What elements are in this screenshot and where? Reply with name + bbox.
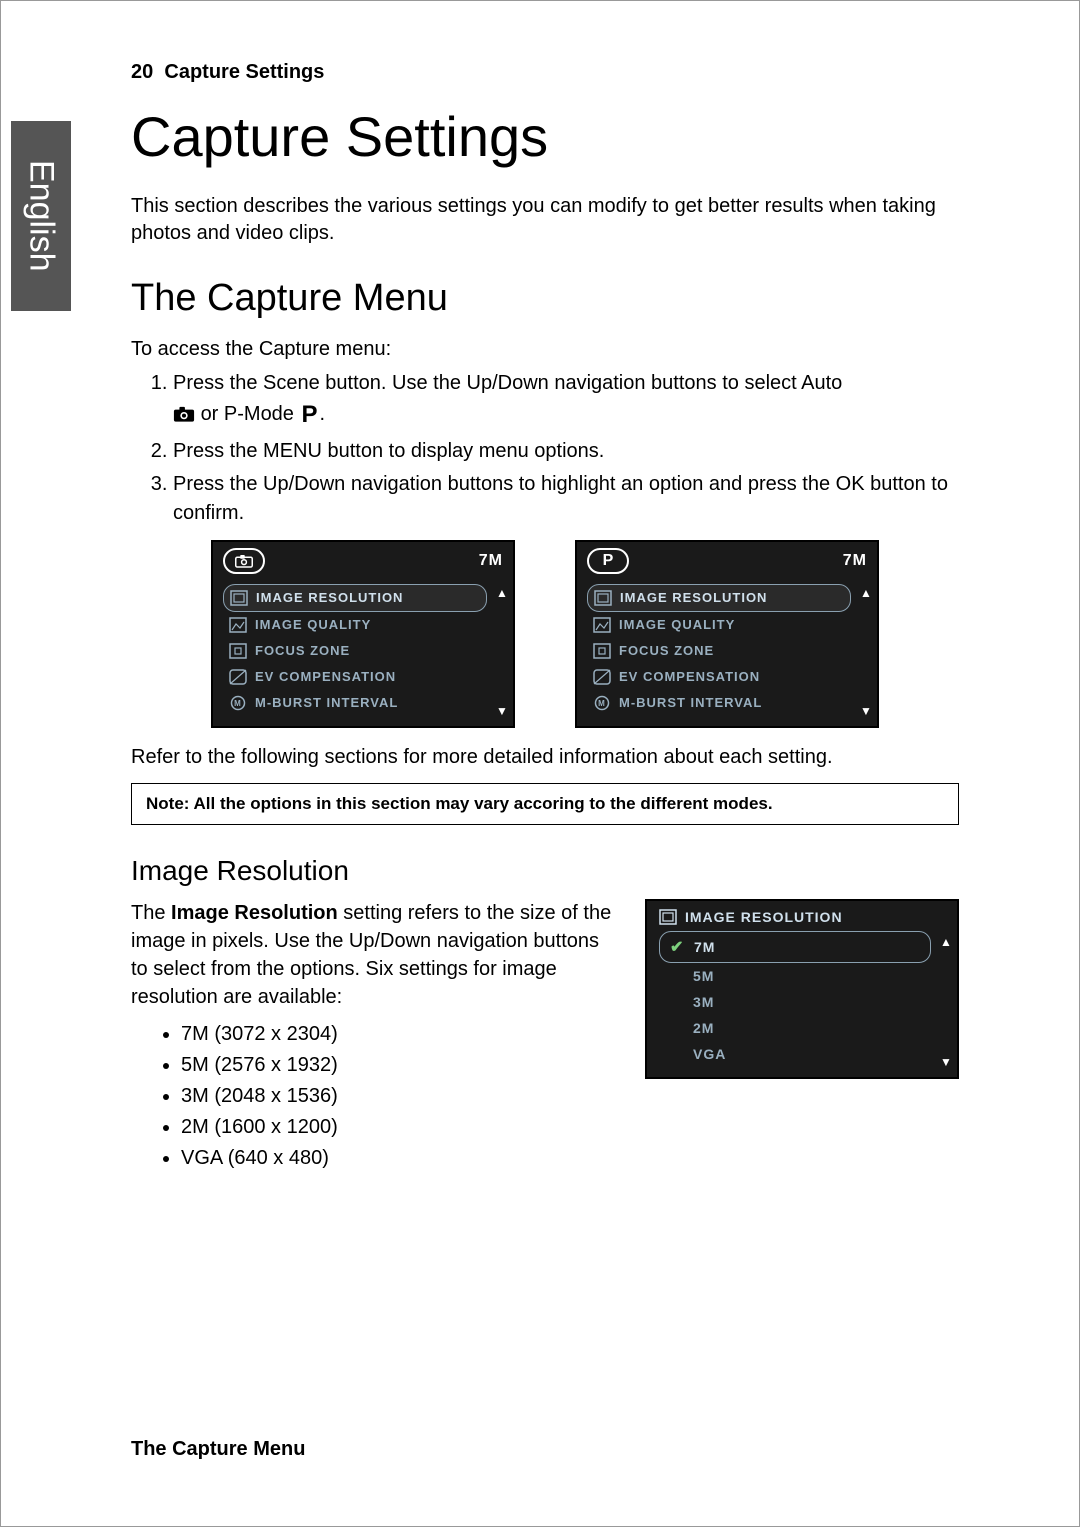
- ir-option[interactable]: ✔ 7M: [659, 931, 931, 963]
- step-2: Press the MENU button to display menu op…: [173, 437, 959, 466]
- intro-paragraph: This section describes the various setti…: [131, 193, 959, 247]
- menu-item-label: IMAGE QUALITY: [255, 617, 371, 632]
- menu-item-image-resolution[interactable]: IMAGE RESOLUTION: [223, 584, 487, 612]
- menu-item-label: M-BURST INTERVAL: [255, 695, 398, 710]
- page-number: 20: [131, 61, 153, 83]
- refer-line: Refer to the following sections for more…: [131, 746, 959, 769]
- scroll-up-icon: ▲: [860, 586, 872, 600]
- menu-item-label: FOCUS ZONE: [255, 643, 350, 658]
- menu-item-focus-zone[interactable]: FOCUS ZONE: [223, 638, 487, 664]
- ir-option-label: 7M: [694, 939, 715, 955]
- size-badge: 7M: [479, 552, 503, 570]
- image-resolution-icon: [659, 909, 677, 925]
- scroll-indicator: ▲ ▼: [855, 580, 877, 726]
- menu-list-pmode: IMAGE RESOLUTION IMAGE QUALITY FOCUS ZON…: [577, 580, 855, 726]
- svg-text:M: M: [234, 699, 242, 708]
- step-1-end: .: [320, 403, 326, 425]
- menu-item-label: EV COMPENSATION: [255, 669, 396, 684]
- image-resolution-text: The Image Resolution setting refers to t…: [131, 899, 615, 1174]
- p-mode-icon: P: [302, 398, 318, 433]
- svg-text:M: M: [598, 699, 606, 708]
- list-item: 2M (1600 x 1200): [181, 1112, 615, 1143]
- step-1a: Press the Scene button. Use the Up/Down …: [173, 372, 842, 394]
- image-resolution-icon: [230, 590, 248, 606]
- menu-item-image-quality[interactable]: IMAGE QUALITY: [587, 612, 851, 638]
- image-resolution-screen: IMAGE RESOLUTION ✔ 7M 5M 3M: [645, 899, 959, 1079]
- ev-compensation-icon: [593, 669, 611, 685]
- ir-option[interactable]: VGA: [659, 1041, 931, 1067]
- scroll-up-icon: ▲: [496, 586, 508, 600]
- image-quality-icon: [593, 617, 611, 633]
- language-tab: English: [11, 121, 71, 311]
- step-3: Press the Up/Down navigation buttons to …: [173, 470, 959, 528]
- scroll-up-icon: ▲: [940, 935, 952, 949]
- manual-page: English 20 Capture Settings Capture Sett…: [0, 0, 1080, 1527]
- image-resolution-icon: [594, 590, 612, 606]
- ir-option-label: 5M: [693, 968, 714, 984]
- menu-item-image-quality[interactable]: IMAGE QUALITY: [223, 612, 487, 638]
- ir-option-list: ✔ 7M 5M 3M 2M: [647, 929, 935, 1077]
- menu-item-label: IMAGE RESOLUTION: [256, 590, 403, 605]
- scroll-down-icon: ▼: [496, 704, 508, 718]
- size-badge: 7M: [843, 552, 867, 570]
- list-item: 5M (2576 x 1932): [181, 1050, 615, 1081]
- check-icon: ✔: [670, 937, 684, 957]
- menu-item-label: FOCUS ZONE: [619, 643, 714, 658]
- ir-para-a: The: [131, 902, 171, 924]
- running-header: 20 Capture Settings: [131, 61, 959, 84]
- menu-item-ev-compensation[interactable]: EV COMPENSATION: [587, 664, 851, 690]
- ir-option[interactable]: 2M: [659, 1015, 931, 1041]
- list-item: 7M (3072 x 2304): [181, 1019, 615, 1050]
- ir-para-bold: Image Resolution: [171, 902, 338, 924]
- menu-item-mburst-interval[interactable]: M M-BURST INTERVAL: [223, 690, 487, 716]
- resolution-list: 7M (3072 x 2304) 5M (2576 x 1932) 3M (20…: [161, 1019, 615, 1174]
- ir-option-label: 2M: [693, 1020, 714, 1036]
- page-header-label: Capture Settings: [164, 61, 324, 83]
- mode-pill-p: P: [587, 548, 629, 574]
- menu-list-auto: IMAGE RESOLUTION IMAGE QUALITY FOCUS ZON…: [213, 580, 491, 726]
- menu-screens-row: 7M IMAGE RESOLUTION IMAGE QUALITY FOCUS …: [131, 540, 959, 728]
- running-footer: The Capture Menu: [131, 1438, 305, 1461]
- capture-menu-pmode: P 7M IMAGE RESOLUTION IMAGE QUALITY FOC: [575, 540, 879, 728]
- focus-zone-icon: [593, 643, 611, 659]
- mburst-icon: M: [229, 695, 247, 711]
- capture-menu-auto: 7M IMAGE RESOLUTION IMAGE QUALITY FOCUS …: [211, 540, 515, 728]
- menu-item-label: IMAGE RESOLUTION: [620, 590, 767, 605]
- page-title: Capture Settings: [131, 104, 959, 169]
- menu-item-label: M-BURST INTERVAL: [619, 695, 762, 710]
- focus-zone-icon: [229, 643, 247, 659]
- mburst-icon: M: [593, 695, 611, 711]
- ir-option-label: 3M: [693, 994, 714, 1010]
- list-item: 3M (2048 x 1536): [181, 1081, 615, 1112]
- step-1b: or P-Mode: [201, 403, 300, 425]
- step-1: Press the Scene button. Use the Up/Down …: [173, 369, 959, 433]
- menu-item-image-resolution[interactable]: IMAGE RESOLUTION: [587, 584, 851, 612]
- menu-item-mburst-interval[interactable]: M M-BURST INTERVAL: [587, 690, 851, 716]
- access-intro: To access the Capture menu:: [131, 338, 959, 361]
- note-box: Note: All the options in this section ma…: [131, 783, 959, 825]
- ir-option[interactable]: 3M: [659, 989, 931, 1015]
- steps-list: Press the Scene button. Use the Up/Down …: [151, 369, 959, 528]
- scroll-down-icon: ▼: [940, 1055, 952, 1069]
- scroll-indicator: ▲ ▼: [935, 929, 957, 1077]
- menu-item-label: EV COMPENSATION: [619, 669, 760, 684]
- section-title: The Capture Menu: [131, 277, 959, 320]
- menu-item-ev-compensation[interactable]: EV COMPENSATION: [223, 664, 487, 690]
- ev-compensation-icon: [229, 669, 247, 685]
- scroll-indicator: ▲ ▼: [491, 580, 513, 726]
- list-item: VGA (640 x 480): [181, 1143, 615, 1174]
- mode-pill-camera-icon: [223, 548, 265, 574]
- ir-option[interactable]: 5M: [659, 963, 931, 989]
- ir-option-label: VGA: [693, 1046, 726, 1062]
- ir-screen-title: IMAGE RESOLUTION: [685, 909, 843, 925]
- camera-icon: [173, 402, 195, 420]
- menu-item-label: IMAGE QUALITY: [619, 617, 735, 632]
- subsection-title: Image Resolution: [131, 855, 959, 887]
- menu-item-focus-zone[interactable]: FOCUS ZONE: [587, 638, 851, 664]
- image-quality-icon: [229, 617, 247, 633]
- scroll-down-icon: ▼: [860, 704, 872, 718]
